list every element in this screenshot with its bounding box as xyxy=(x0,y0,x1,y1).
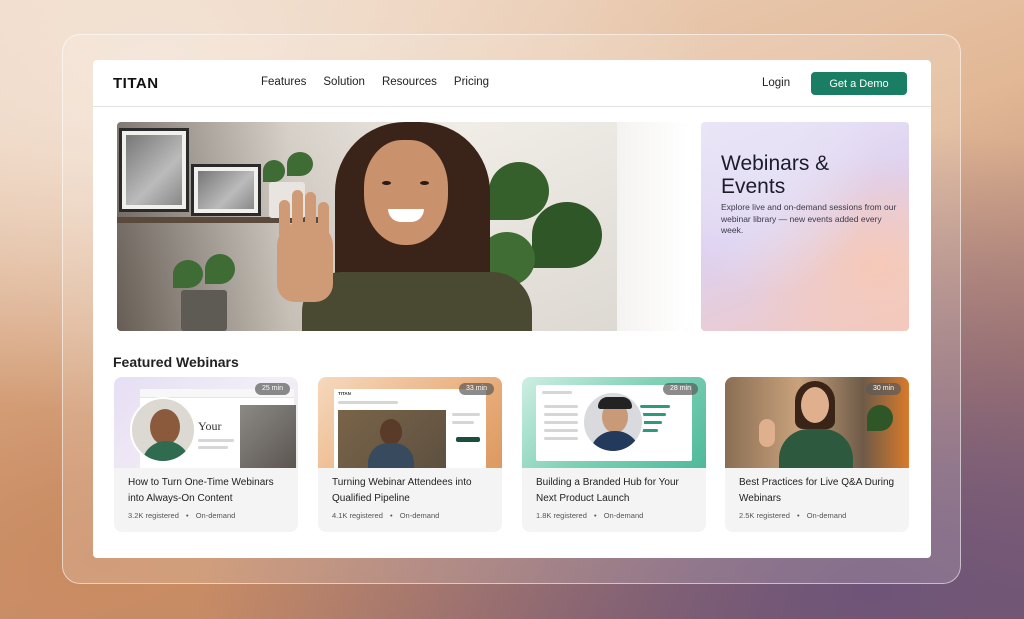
registered-count: 1.8K registered xyxy=(536,511,587,520)
webinar-meta: 1.8K registered • On-demand xyxy=(536,511,643,520)
meta-separator: • xyxy=(796,511,800,520)
finger xyxy=(318,202,329,238)
duration-badge: 30 min xyxy=(865,383,901,395)
nav-pricing[interactable]: Pricing xyxy=(454,76,489,88)
plant-pot-2 xyxy=(181,290,227,331)
window-light xyxy=(617,122,688,331)
promo-description: Explore live and on-demand sessions from… xyxy=(721,202,897,235)
wall-frame-2 xyxy=(191,164,261,216)
get-demo-button[interactable]: Get a Demo xyxy=(811,72,907,95)
promo-panel: Webinars & Events Explore live and on-de… xyxy=(701,122,909,331)
plant-leaf-large xyxy=(489,162,549,220)
webinar-card[interactable]: 30 min Best Practices for Live Q&A Durin… xyxy=(725,377,909,532)
presenter-avatar xyxy=(582,391,644,453)
person-eye xyxy=(382,181,391,185)
duration-badge: 28 min xyxy=(662,383,698,395)
promo-title: Webinars & Events xyxy=(721,152,830,198)
webinar-title[interactable]: How to Turn One-Time Webinars into Alway… xyxy=(128,475,288,506)
titan-logo[interactable]: TITAN xyxy=(113,75,159,92)
webinar-card[interactable]: 28 min Building a Branded Hub for Your N… xyxy=(522,377,706,532)
plant-leaf xyxy=(173,260,203,288)
featured-webinars-heading: Featured Webinars xyxy=(113,354,239,370)
webinar-meta: 4.1K registered • On-demand xyxy=(332,511,439,520)
hero-image xyxy=(117,122,688,331)
webinar-meta: 2.5K registered • On-demand xyxy=(739,511,846,520)
main-nav: Features Solution Resources Pricing xyxy=(261,76,489,88)
finger xyxy=(292,190,303,234)
webinar-meta: 3.2K registered • On-demand xyxy=(128,511,235,520)
person-eye xyxy=(420,181,429,185)
registered-count: 2.5K registered xyxy=(739,511,790,520)
webinar-status: On-demand xyxy=(399,511,440,520)
finger xyxy=(305,192,316,234)
thumb-logo-text: TITAN xyxy=(338,391,351,396)
person-shirt xyxy=(302,272,532,331)
person-face xyxy=(364,140,448,245)
login-link[interactable]: Login xyxy=(762,77,790,89)
duration-badge: 25 min xyxy=(254,383,290,395)
finger xyxy=(279,200,290,240)
plant-leaf xyxy=(287,152,313,176)
meta-separator: • xyxy=(185,511,189,520)
browser-window: TITAN Features Solution Resources Pricin… xyxy=(93,60,931,558)
webinar-status: On-demand xyxy=(195,511,236,520)
registered-count: 4.1K registered xyxy=(332,511,383,520)
nav-solution[interactable]: Solution xyxy=(323,76,365,88)
plant-leaf xyxy=(263,160,285,182)
wall-frame-1 xyxy=(119,128,189,212)
webinar-title[interactable]: Turning Webinar Attendees into Qualified… xyxy=(332,475,492,506)
registered-count: 3.2K registered xyxy=(128,511,179,520)
nav-features[interactable]: Features xyxy=(261,76,306,88)
webinar-card[interactable]: Your 25 min How to Turn One-Time Webinar… xyxy=(114,377,298,532)
webinar-status: On-demand xyxy=(603,511,644,520)
webinar-status: On-demand xyxy=(806,511,847,520)
plant-leaf xyxy=(205,254,235,284)
duration-badge: 33 min xyxy=(458,383,494,395)
thumb-heading-text: Your xyxy=(198,419,222,433)
site-header: TITAN Features Solution Resources Pricin… xyxy=(93,60,931,107)
webinar-title[interactable]: Building a Branded Hub for Your Next Pro… xyxy=(536,475,696,506)
meta-separator: • xyxy=(593,511,597,520)
meta-separator: • xyxy=(389,511,393,520)
presenter-avatar xyxy=(130,397,196,463)
webinar-title[interactable]: Best Practices for Live Q&A During Webin… xyxy=(739,475,899,506)
webinar-card[interactable]: TITAN 33 min Turning Webinar Attendees i… xyxy=(318,377,502,532)
plant-leaf-large xyxy=(532,202,602,268)
nav-resources[interactable]: Resources xyxy=(382,76,437,88)
